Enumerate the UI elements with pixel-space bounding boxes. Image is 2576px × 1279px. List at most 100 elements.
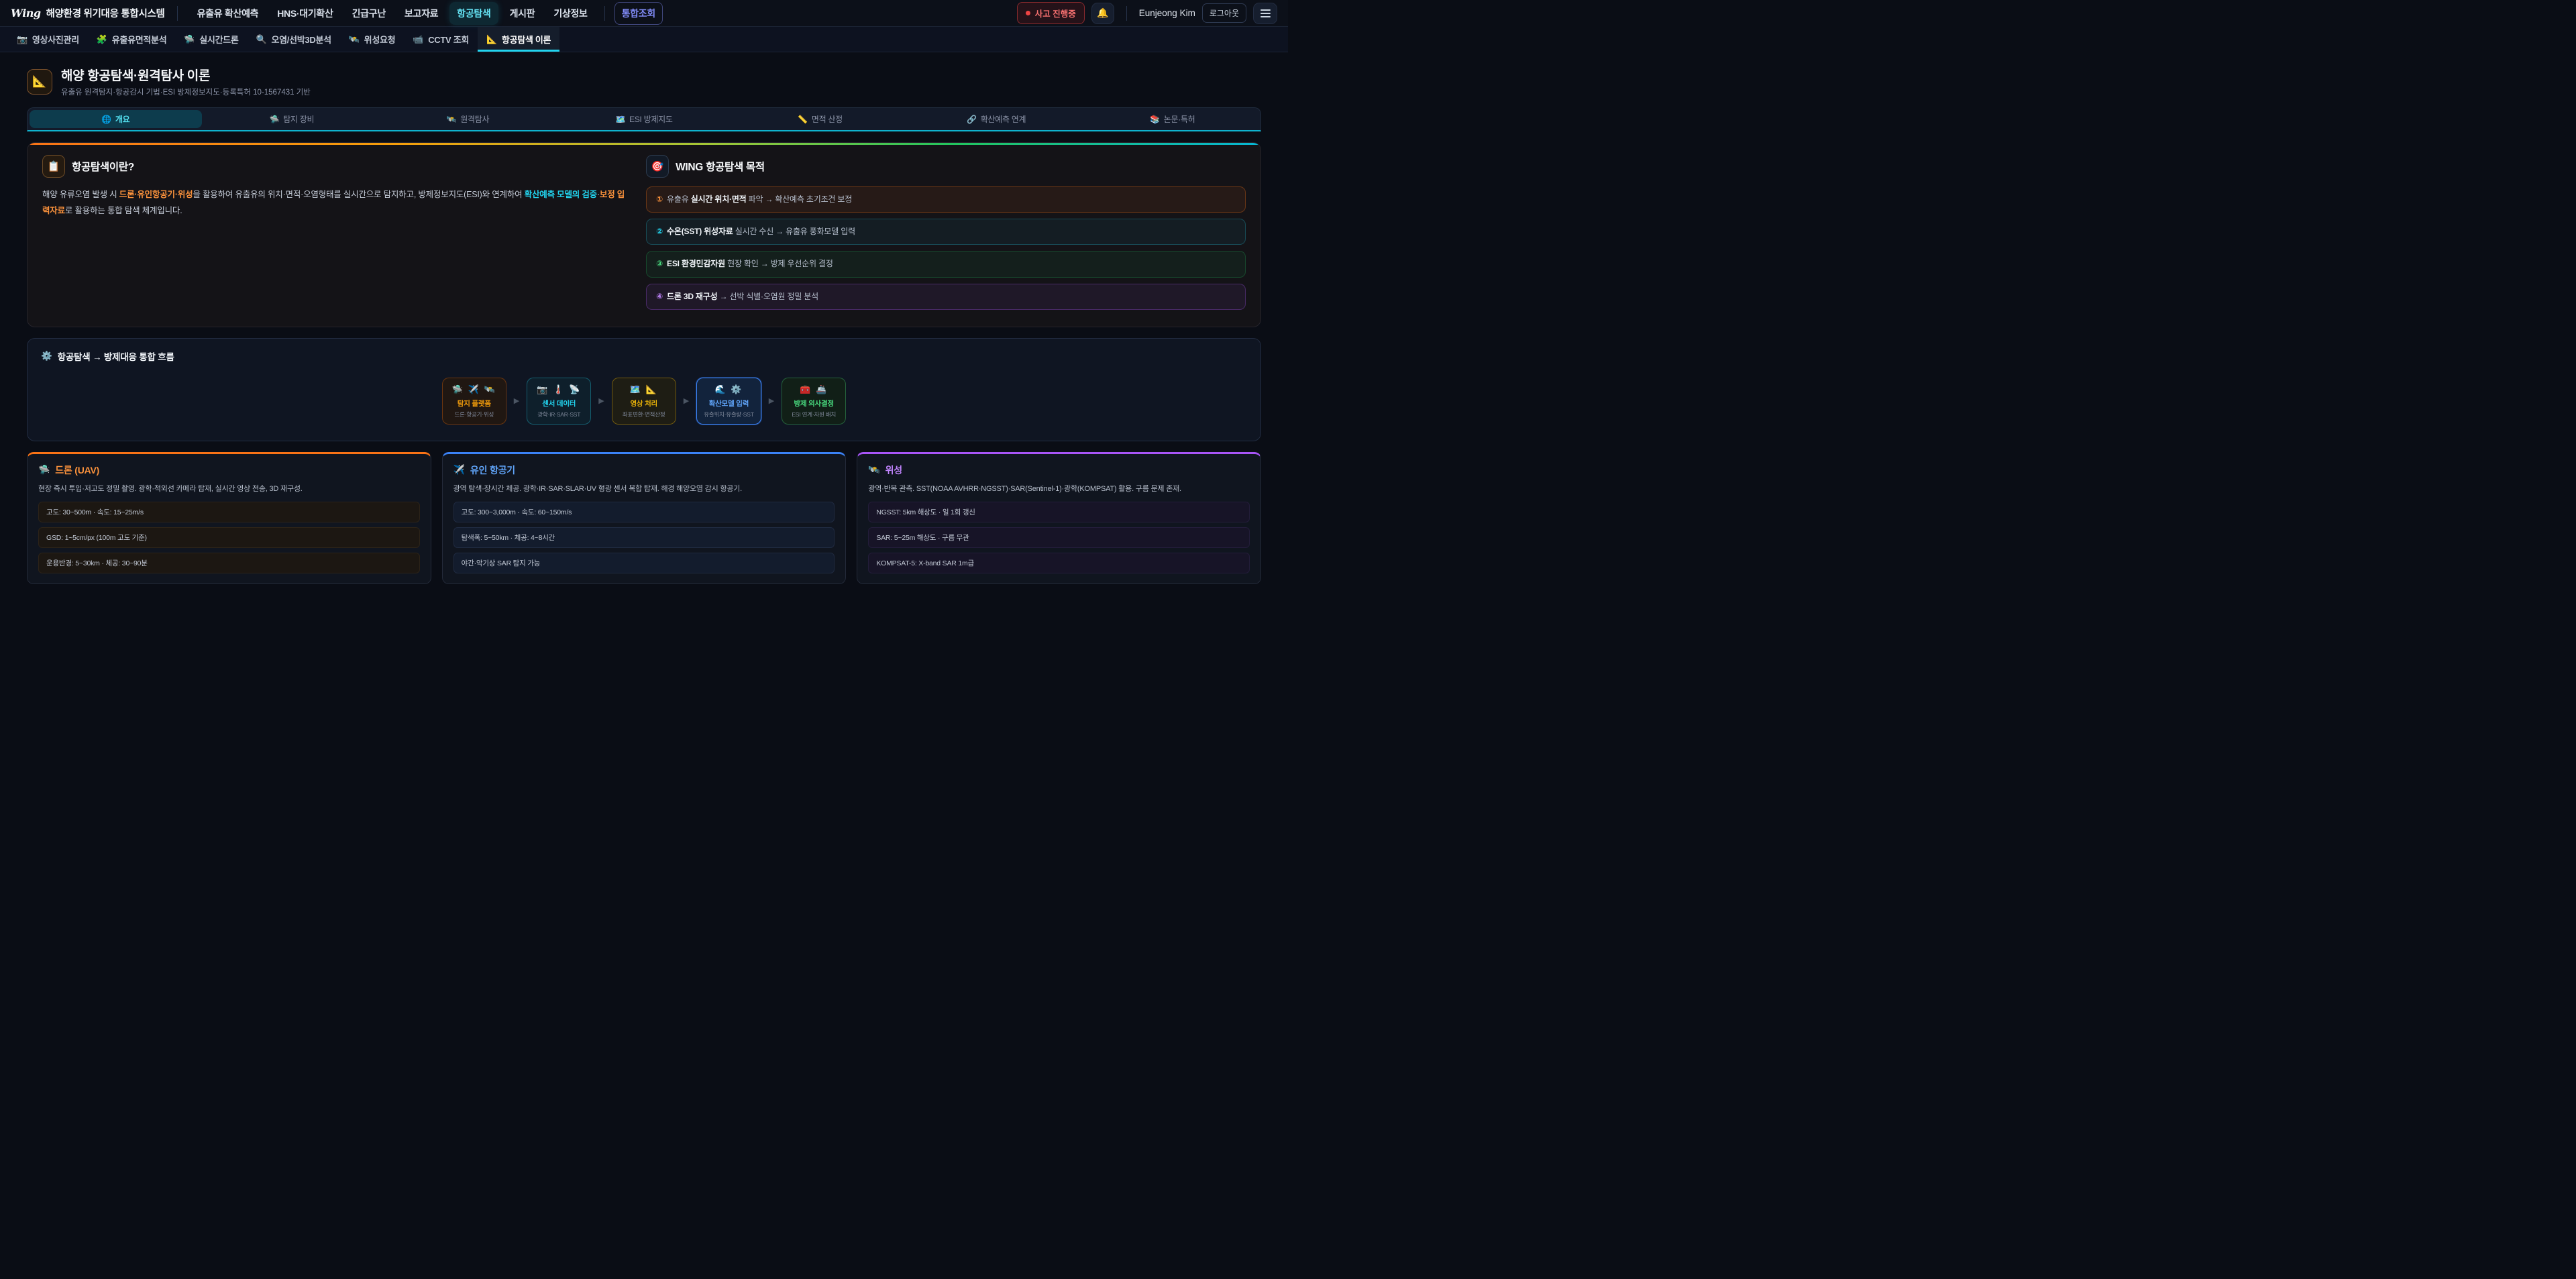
유인 항공기-icon: ✈️ <box>453 464 465 476</box>
platform-desc: 광역·반복 관측. SST(NOAA AVHRR·NGSST)·SAR(Sent… <box>868 483 1250 496</box>
nav-item-게시판[interactable]: 게시판 <box>502 2 543 25</box>
hamburger-menu-button[interactable] <box>1253 3 1277 24</box>
page-subtitle: 유출유 원격탐지·항공감시 기법·ESI 방제정보지도·등록특허 10-1567… <box>61 87 311 97</box>
flow-step-icons: 🗺️ 📐 <box>619 384 669 395</box>
logout-button[interactable]: 로그아웃 <box>1202 3 1246 23</box>
gear-icon: ⚙️ <box>41 351 52 362</box>
flow-step-sub: 드론·항공기·위성 <box>449 410 499 419</box>
flow-arrow-icon: ▶ <box>598 396 604 405</box>
flow-card: ⚙️ 항공탐색 → 방제대응 통합 흐름 🛸 ✈️ 🛰️ 탐지 플랫폼드론·항공기… <box>27 338 1261 441</box>
platform-title: 🛰️위성 <box>868 463 1250 477</box>
탐지 장비-icon: 🛸 <box>270 115 280 124</box>
tab-면적 산정[interactable]: 📏면적 산정 <box>734 110 906 128</box>
tab-label: 면적 산정 <box>812 113 843 125</box>
hamburger-icon <box>1260 9 1271 17</box>
subnav-item-영상사진관리[interactable]: 📷영상사진관리 <box>8 27 88 52</box>
tab-label: 확산예측 연계 <box>981 113 1026 125</box>
goals-section: 🎯 WING 항공탐색 목적 ①유출유 실시간 위치·면적 파악 → 확산예측 … <box>646 155 1246 316</box>
flow-step-label: 방제 의사결정 <box>789 398 839 408</box>
goal-row: ①유출유 실시간 위치·면적 파악 → 확산예측 초기조건 보정 <box>646 186 1246 213</box>
subnav-item-오염/선박3D분석[interactable]: 🔍오염/선박3D분석 <box>248 27 340 52</box>
main-nav: 유출유 확산예측HNS·대기확산긴급구난보고자료항공탐색게시판기상정보 통합조회 <box>190 2 663 25</box>
header-divider <box>1126 6 1127 21</box>
bell-icon: 🔔 <box>1097 7 1108 19</box>
user-name: Eunjeong Kim <box>1139 8 1195 18</box>
nav-item-보고자료[interactable]: 보고자료 <box>397 2 445 25</box>
target-icon: 🎯 <box>646 155 669 178</box>
CCTV 조회-icon: 📹 <box>413 34 423 45</box>
platform-card-드론 (UAV): 🛸드론 (UAV) 현장 즉시 투입·저고도 정밀 촬영. 광학·적외선 카메라 … <box>27 452 431 585</box>
section-tabs: 🌐개요🛸탐지 장비🛰️원격탐사🗺️ESI 방제지도📏면적 산정🔗확산예측 연계📚… <box>27 107 1261 131</box>
실시간드론-icon: 🛸 <box>184 34 195 45</box>
flow-arrow-icon: ▶ <box>769 396 774 405</box>
tab-ESI 방제지도[interactable]: 🗺️ESI 방제지도 <box>558 110 731 128</box>
flow-step-label: 탐지 플랫폼 <box>449 398 499 408</box>
goal-row: ④드론 3D 재구성 → 선박 식별·오염원 정밀 분석 <box>646 284 1246 310</box>
tab-논문·특허[interactable]: 📚논문·특허 <box>1086 110 1258 128</box>
platform-title-label: 드론 (UAV) <box>55 463 99 477</box>
platform-card-위성: 🛰️위성광역·반복 관측. SST(NOAA AVHRR·NGSST)·SAR(… <box>857 452 1261 585</box>
goal-number: ① <box>656 194 663 204</box>
개요-icon: 🌐 <box>101 115 111 124</box>
subnav-item-CCTV 조회[interactable]: 📹 CCTV 조회 <box>404 27 478 52</box>
nav-item-유출유 확산예측[interactable]: 유출유 확산예측 <box>190 2 266 25</box>
platform-title-label: 유인 항공기 <box>470 463 515 477</box>
spec-row: 고도: 30~500m · 속도: 15~25m/s <box>38 502 420 522</box>
flow-step-센서 데이터: 📷 🌡️ 📡센서 데이터광학·IR·SAR·SST <box>527 378 591 425</box>
flow-step-label: 확산모델 입력 <box>704 398 754 408</box>
tab-원격탐사[interactable]: 🛰️원격탐사 <box>382 110 554 128</box>
flow-heading: 항공탐색 → 방제대응 통합 흐름 <box>58 349 174 363</box>
flow-arrow-icon: ▶ <box>684 396 689 405</box>
nav-item-항공탐색[interactable]: 항공탐색 <box>449 2 498 25</box>
goal-row: ③ESI 환경민감자원 현장 확인 → 방제 우선순위 결정 <box>646 251 1246 277</box>
nav-item-통합조회[interactable]: 통합조회 <box>614 2 663 25</box>
notification-bell-button[interactable]: 🔔 <box>1091 3 1114 24</box>
tab-개요[interactable]: 🌐 개요 <box>30 110 202 128</box>
항공탐색 이론-icon: 📐 <box>486 34 497 45</box>
ESI 방제지도-icon: 🗺️ <box>615 115 625 124</box>
subnav-item-위성요청[interactable]: 🛰️위성요청 <box>340 27 405 52</box>
tab-label: 개요 <box>115 113 129 125</box>
tab-탐지 장비[interactable]: 🛸탐지 장비 <box>206 110 378 128</box>
spec-row: 야간·악기상 SAR 탐지 가능 <box>453 553 835 573</box>
nav-item-HNS·대기확산[interactable]: HNS·대기확산 <box>270 2 340 25</box>
flow-step-label: 센서 데이터 <box>534 398 584 408</box>
flow-step-방제 의사결정: 🧰 🚢방제 의사결정ESI 연계·자원 배치 <box>782 378 846 425</box>
spec-row: GSD: 1~5cm/px (100m 고도 기준) <box>38 527 420 548</box>
subnav-item-label: CCTV 조회 <box>428 33 469 46</box>
subnav-item-유출유면적분석[interactable]: 🧩 유출유면적분석 <box>88 27 176 52</box>
flow-step-sub: 유출위치·유출량·SST <box>704 410 754 419</box>
subnav-item-label: 유출유면적분석 <box>112 33 167 46</box>
platform-cards: 🛸드론 (UAV) 현장 즉시 투입·저고도 정밀 촬영. 광학·적외선 카메라 … <box>27 452 1261 585</box>
goal-list: ①유출유 실시간 위치·면적 파악 → 확산예측 초기조건 보정②수온(SST)… <box>646 186 1246 310</box>
논문·특허-icon: 📚 <box>1150 115 1160 124</box>
subnav-item-실시간드론[interactable]: 🛸실시간드론 <box>175 27 247 52</box>
tab-확산예측 연계[interactable]: 🔗확산예측 연계 <box>910 110 1083 128</box>
flow-arrow-icon: ▶ <box>514 396 519 405</box>
영상사진관리-icon: 📷 <box>17 34 28 45</box>
flow-step-icons: 🛸 ✈️ 🛰️ <box>449 384 499 395</box>
flow-step-확산모델 입력: 🌊 ⚙️확산모델 입력유출위치·유출량·SST <box>696 378 761 425</box>
tab-label: 탐지 장비 <box>283 113 314 125</box>
goal-number: ③ <box>656 259 663 268</box>
flow-row: 🛸 ✈️ 🛰️ 탐지 플랫폼드론·항공기·위성 ▶ 📷 🌡️ 📡센서 데이터광학·IR… <box>41 378 1247 425</box>
what-heading: 항공탐색이란? <box>72 159 134 174</box>
tab-label: 원격탐사 <box>460 113 489 125</box>
nav-item-기상정보[interactable]: 기상정보 <box>546 2 594 25</box>
sub-nav: 📷영상사진관리 🧩 유출유면적분석 🛸실시간드론🔍오염/선박3D분석🛰️위성요청 📹 CC… <box>0 27 1288 52</box>
spec-row: 운용반경: 5~30km · 체공: 30~90분 <box>38 553 420 573</box>
nav-item-긴급구난[interactable]: 긴급구난 <box>345 2 393 25</box>
spec-row: KOMPSAT-5: X-band SAR 1m급 <box>868 553 1250 573</box>
spec-row: NGSST: 5km 해상도 · 일 1회 갱신 <box>868 502 1250 522</box>
app-title: 해양환경 위기대응 통합시스템 <box>46 6 165 20</box>
platform-card-유인 항공기: ✈️유인 항공기광역 탐색·장시간 체공. 광학·IR·SAR·SLAR·UV … <box>442 452 847 585</box>
유출유면적분석-icon: 🧩 <box>97 34 107 45</box>
header-right: 사고 진행중 🔔 Eunjeong Kim 로그아웃 <box>1017 2 1277 24</box>
page-title-block: 해양 항공탐색·원격탐사 이론 유출유 원격탐지·항공감시 기법·ESI 방제정… <box>61 66 311 97</box>
subnav-item-항공탐색 이론[interactable]: 📐항공탐색 이론 <box>478 27 559 52</box>
flow-step-탐지 플랫폼: 🛸 ✈️ 🛰️ 탐지 플랫폼드론·항공기·위성 <box>442 378 506 425</box>
platform-desc: 현장 즉시 투입·저고도 정밀 촬영. 광학·적외선 카메라 탑재, 실시간 영… <box>38 483 420 496</box>
nav-divider <box>604 6 605 21</box>
platform-title: 🛸드론 (UAV) <box>38 463 420 477</box>
위성요청-icon: 🛰️ <box>349 34 360 45</box>
